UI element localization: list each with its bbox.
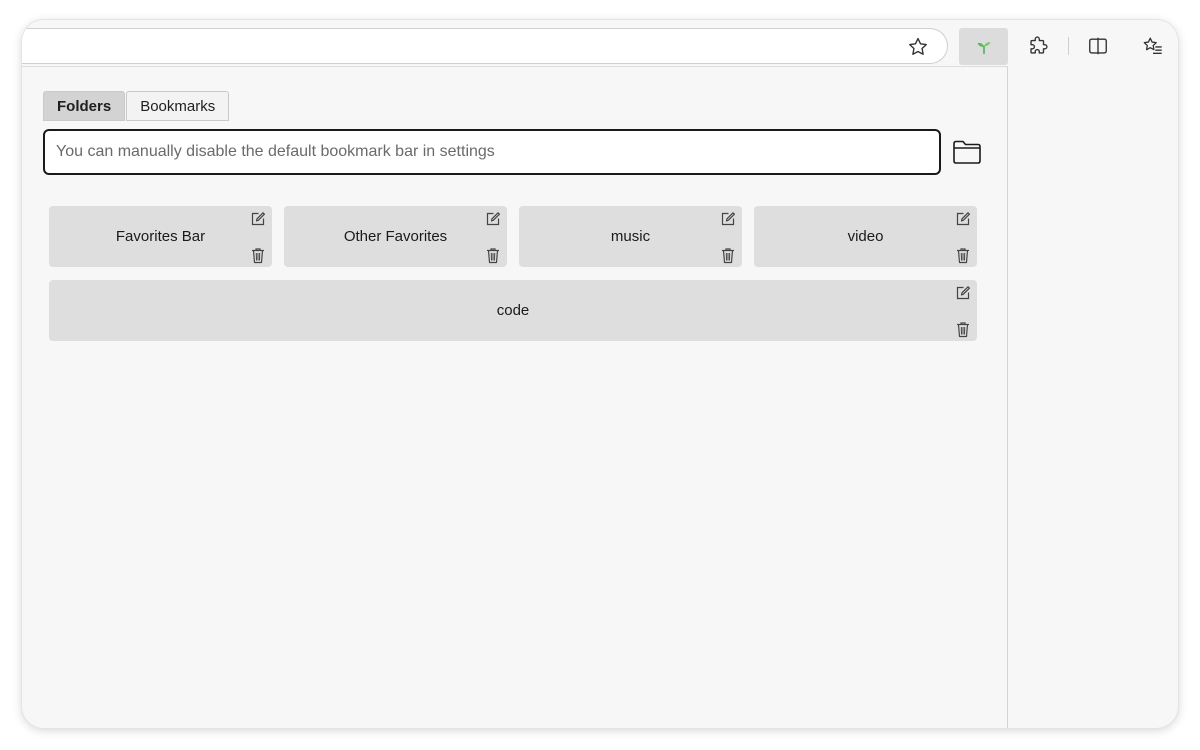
address-bar[interactable] [22,28,948,64]
edit-icon [251,212,265,226]
folder-grid: Favorites Bar Other Favorites music vide… [49,206,977,341]
folder-card-video[interactable]: video [754,206,977,267]
folder-name: music [610,228,651,245]
trash-icon [957,322,969,338]
edit-folder-button[interactable] [485,211,501,227]
delete-folder-button[interactable] [250,247,266,264]
folder-card-favorites-bar[interactable]: Favorites Bar [49,206,272,267]
browser-window: Folders Bookmarks Favorites Bar [22,20,1178,728]
bookmark-extension-button[interactable] [959,28,1008,65]
trash-icon [957,248,969,264]
folder-card-code[interactable]: code [49,280,977,341]
tab-bar: Folders Bookmarks [43,91,230,121]
favorite-star-button[interactable] [907,36,929,58]
toolbar-divider [1068,37,1069,55]
edit-folder-button[interactable] [250,211,266,227]
delete-folder-button[interactable] [955,321,971,338]
sprout-extension-icon [977,41,990,54]
tab-folders[interactable]: Folders [43,91,126,121]
favorite-star-icon [909,37,927,55]
trash-icon [722,248,734,264]
extensions-button[interactable] [1025,33,1051,59]
trash-icon [252,248,264,264]
delete-folder-button[interactable] [955,247,971,264]
puzzle-extensions-icon [1030,36,1048,54]
folder-card-other-favorites[interactable]: Other Favorites [284,206,507,267]
folder-icon [953,140,981,164]
folder-name: code [496,302,530,319]
delete-folder-button[interactable] [485,247,501,264]
edit-icon [486,212,500,226]
folder-name: Favorites Bar [115,228,206,245]
browser-toolbar [22,20,1178,66]
edit-folder-button[interactable] [955,211,971,227]
new-folder-button[interactable] [951,137,983,167]
folder-search-input[interactable] [43,129,941,175]
bookmark-manager-popup: Folders Bookmarks Favorites Bar [22,66,1008,728]
edit-icon [956,212,970,226]
folder-name: video [847,228,884,245]
split-screen-icon [1089,37,1107,55]
edit-icon [956,286,970,300]
trash-icon [487,248,499,264]
edit-icon [721,212,735,226]
edit-folder-button[interactable] [720,211,736,227]
split-screen-button[interactable] [1085,33,1111,59]
favorites-button[interactable] [1140,33,1166,59]
delete-folder-button[interactable] [720,247,736,264]
edit-folder-button[interactable] [955,285,971,301]
favorites-list-icon [1143,37,1162,55]
folder-name: Other Favorites [343,228,448,245]
folder-card-music[interactable]: music [519,206,742,267]
tab-bookmarks[interactable]: Bookmarks [126,91,230,121]
